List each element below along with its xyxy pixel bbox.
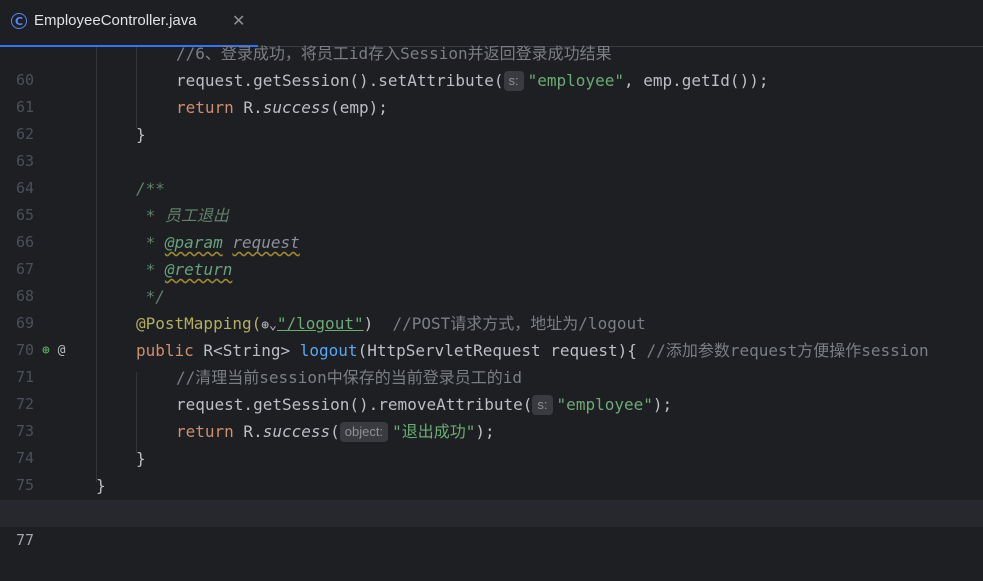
code-line: 70 @PostMapping(⊕⌄"/logout") //POST请求方式，… [0, 310, 983, 359]
method-call: success [262, 422, 331, 441]
doc-param: request [232, 233, 300, 252]
doc-comment: /** [136, 179, 165, 198]
code-text: request.getSession().removeAttribute( [176, 395, 533, 414]
code-line: 73 request.getSession().removeAttribute(… [0, 391, 983, 440]
brace: } [136, 449, 146, 468]
method-name: logout [299, 341, 358, 360]
doc-comment: * [136, 260, 165, 279]
comment: //6、登录成功，将员工id存入Session并返回登录成功结果 [176, 44, 612, 63]
keyword: public [136, 341, 194, 360]
doc-tag: @param [164, 233, 223, 252]
code-text: R<String> [193, 341, 300, 360]
parameter-hint: s: [503, 71, 524, 91]
method-call: success [262, 98, 331, 117]
doc-comment: * 员工退出 [136, 206, 229, 225]
code-line: 69 */ [0, 283, 983, 332]
parameter-hint: s: [532, 395, 553, 415]
doc-tag: @return [164, 260, 233, 279]
code-text: ( [330, 422, 340, 441]
code-line: 61 request.getSession().setAttribute(s: "… [0, 67, 983, 116]
code-text: (HttpServletRequest request){ [357, 341, 647, 360]
code-line: 62 return R.success(emp); [0, 94, 983, 143]
doc-comment: */ [136, 287, 165, 306]
comment: //添加参数request方便操作session [646, 341, 929, 360]
code-line: 74 return R.success(object: "退出成功"); [0, 418, 983, 467]
code-line: 64 [0, 148, 983, 197]
annotation: @PostMapping( [136, 314, 262, 333]
code-line: 72 //清理当前session中保存的当前登录员工的id [0, 364, 983, 413]
parameter-hint: object: [339, 422, 389, 442]
code-line: 60 //6、登录成功，将员工id存入Session并返回登录成功结果 [0, 40, 983, 89]
code-line: 66 * 员工退出 [0, 202, 983, 251]
close-icon[interactable]: ✕ [232, 11, 245, 30]
code-text: , emp.getId()); [623, 71, 769, 90]
code-text: request.getSession().setAttribute( [176, 71, 504, 90]
line-number: 77 [15, 531, 34, 549]
keyword: return [176, 98, 234, 117]
code-line: 76 } [0, 472, 983, 521]
string-literal: "employee" [527, 71, 624, 90]
tab-title: EmployeeController.java [34, 12, 197, 29]
code-text: (emp); [330, 98, 388, 117]
class-icon: C [11, 13, 27, 29]
code-text: R. [233, 98, 263, 117]
code-editor[interactable]: 60 //6、登录成功，将员工id存入Session并返回登录成功结果 61 r… [0, 44, 983, 549]
code-text: ) [363, 314, 393, 333]
string-literal: "employee" [556, 395, 653, 414]
code-line-current: 77 [0, 500, 983, 549]
code-line: 68 * @return [0, 256, 983, 305]
doc-comment [223, 233, 233, 252]
doc-comment: * [136, 233, 165, 252]
brace: } [96, 476, 106, 495]
code-line: 63 } [0, 121, 983, 170]
code-line: 71 ⊕ @ public R<String> logout(HttpServl… [0, 337, 983, 386]
string-literal: "退出成功" [392, 422, 476, 441]
comment: //POST请求方式，地址为/logout [392, 314, 646, 333]
keyword: return [176, 422, 234, 441]
code-line: 65 /** [0, 175, 983, 224]
code-text: R. [233, 422, 263, 441]
code-line: 75 } [0, 445, 983, 494]
code-line: 67 * @param request [0, 229, 983, 278]
url-mapping-link[interactable]: "/logout" [277, 314, 364, 333]
code-text: ); [475, 422, 495, 441]
globe-icon[interactable]: ⊕⌄ [261, 318, 277, 333]
code-text: ); [652, 395, 673, 414]
override-icon[interactable]: @ [58, 343, 66, 358]
brace: } [136, 125, 146, 144]
run-endpoint-icon[interactable]: ⊕ [42, 343, 50, 358]
comment: //清理当前session中保存的当前登录员工的id [176, 368, 522, 387]
